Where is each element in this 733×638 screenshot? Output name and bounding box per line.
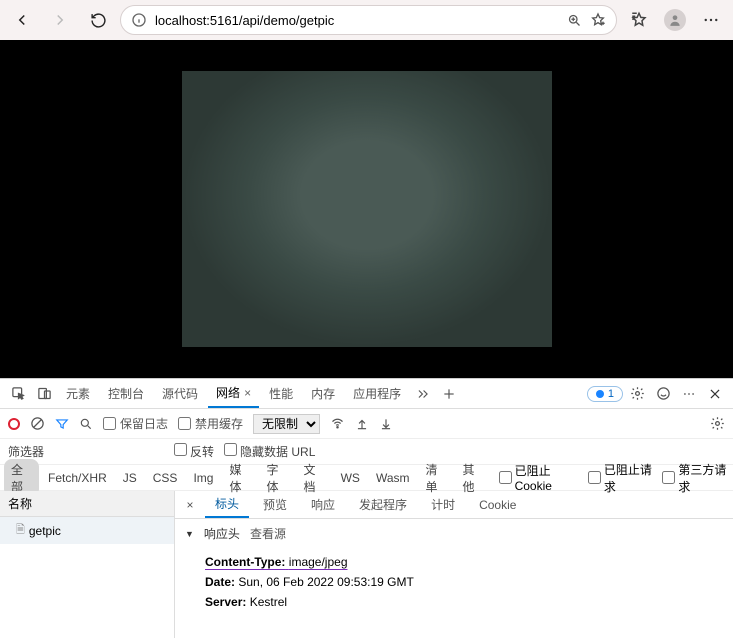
file-icon: 🗎 bbox=[16, 521, 25, 540]
refresh-button[interactable] bbox=[82, 4, 114, 36]
detail-tab-response[interactable]: 响应 bbox=[301, 492, 345, 518]
throttle-select[interactable]: 无限制 bbox=[253, 414, 320, 434]
more-tabs-icon[interactable] bbox=[411, 387, 435, 401]
network-split: 名称 🗎getpic × 标头 预览 响应 发起程序 计时 Cookie ▼ 响… bbox=[0, 491, 733, 638]
tab-memory[interactable]: 内存 bbox=[303, 380, 343, 408]
blocked-cookies-checkbox[interactable]: 已阻止 Cookie bbox=[499, 462, 580, 493]
detail-tab-initiator[interactable]: 发起程序 bbox=[349, 492, 417, 518]
tab-elements[interactable]: 元素 bbox=[58, 380, 98, 408]
tab-network[interactable]: 网络× bbox=[208, 380, 259, 408]
clear-icon[interactable] bbox=[30, 416, 45, 431]
type-fetchxhr[interactable]: Fetch/XHR bbox=[41, 469, 114, 487]
upload-icon[interactable] bbox=[355, 417, 369, 431]
response-headers-body: Content-Type: image/jpeg Date: Sun, 06 F… bbox=[175, 548, 733, 624]
filter-label: 筛选器 bbox=[8, 443, 44, 460]
zoom-icon[interactable] bbox=[567, 13, 582, 28]
settings-icon[interactable] bbox=[625, 386, 649, 401]
triangle-down-icon: ▼ bbox=[185, 529, 194, 539]
profile-avatar[interactable] bbox=[659, 4, 691, 36]
header-date: Date: Sun, 06 Feb 2022 09:53:19 GMT bbox=[205, 572, 713, 592]
wifi-icon[interactable] bbox=[330, 416, 345, 431]
type-wasm[interactable]: Wasm bbox=[369, 469, 417, 487]
request-row-getpic[interactable]: 🗎getpic bbox=[0, 517, 174, 544]
response-image bbox=[182, 71, 552, 347]
detail-tab-preview[interactable]: 预览 bbox=[253, 492, 297, 518]
type-img[interactable]: Img bbox=[186, 469, 220, 487]
tab-console[interactable]: 控制台 bbox=[100, 380, 152, 408]
devtools-panel: 元素 控制台 源代码 网络× 性能 内存 应用程序 1 保留日志 禁用缓存 无限… bbox=[0, 378, 733, 638]
close-devtools-icon[interactable] bbox=[703, 387, 727, 401]
back-button[interactable] bbox=[6, 4, 38, 36]
download-icon[interactable] bbox=[379, 417, 393, 431]
record-icon[interactable] bbox=[8, 418, 20, 430]
request-detail: × 标头 预览 响应 发起程序 计时 Cookie ▼ 响应头 查看源 Cont… bbox=[175, 491, 733, 638]
header-content-type: Content-Type: image/jpeg bbox=[205, 552, 713, 572]
detail-tab-cookies[interactable]: Cookie bbox=[469, 492, 526, 518]
header-server: Server: Kestrel bbox=[205, 592, 713, 612]
type-js[interactable]: JS bbox=[116, 469, 144, 487]
detail-tab-timing[interactable]: 计时 bbox=[421, 492, 465, 518]
feedback-icon[interactable] bbox=[651, 386, 675, 401]
type-filter-bar: 全部 Fetch/XHR JS CSS Img 媒体 字体 文档 WS Wasm… bbox=[0, 465, 733, 491]
close-icon[interactable]: × bbox=[244, 386, 251, 400]
detail-tabs: × 标头 预览 响应 发起程序 计时 Cookie bbox=[175, 491, 733, 519]
device-icon[interactable] bbox=[32, 386, 56, 401]
request-list: 名称 🗎getpic bbox=[0, 491, 175, 638]
search-icon[interactable] bbox=[79, 417, 93, 431]
preserve-log-checkbox[interactable]: 保留日志 bbox=[103, 415, 168, 432]
info-icon bbox=[131, 12, 147, 28]
tab-performance[interactable]: 性能 bbox=[261, 380, 301, 408]
tab-application[interactable]: 应用程序 bbox=[345, 380, 409, 408]
filter-icon[interactable] bbox=[55, 417, 69, 431]
page-viewport bbox=[0, 40, 733, 378]
hide-data-urls-checkbox[interactable]: 隐藏数据 URL bbox=[224, 443, 315, 460]
network-toolbar: 保留日志 禁用缓存 无限制 bbox=[0, 409, 733, 439]
close-detail-icon[interactable]: × bbox=[179, 498, 201, 512]
type-css[interactable]: CSS bbox=[146, 469, 185, 487]
type-ws[interactable]: WS bbox=[334, 469, 367, 487]
devtools-tabs: 元素 控制台 源代码 网络× 性能 内存 应用程序 1 bbox=[0, 379, 733, 409]
kebab-icon[interactable] bbox=[677, 387, 701, 401]
issues-pill[interactable]: 1 bbox=[587, 386, 623, 402]
add-tab-icon[interactable] bbox=[437, 387, 461, 401]
invert-checkbox[interactable]: 反转 bbox=[174, 443, 214, 460]
view-source-link[interactable]: 查看源 bbox=[250, 525, 286, 542]
tab-sources[interactable]: 源代码 bbox=[154, 380, 206, 408]
network-settings-icon[interactable] bbox=[710, 416, 725, 431]
detail-tab-headers[interactable]: 标头 bbox=[205, 492, 249, 518]
request-list-header: 名称 bbox=[0, 491, 174, 517]
blocked-requests-checkbox[interactable]: 已阻止请求 bbox=[588, 461, 655, 495]
response-headers-section[interactable]: ▼ 响应头 查看源 bbox=[175, 519, 733, 548]
url-input[interactable] bbox=[155, 13, 559, 28]
disable-cache-checkbox[interactable]: 禁用缓存 bbox=[178, 415, 243, 432]
browser-toolbar bbox=[0, 0, 733, 40]
third-party-checkbox[interactable]: 第三方请求 bbox=[662, 461, 729, 495]
inspect-icon[interactable] bbox=[6, 386, 30, 401]
address-bar[interactable] bbox=[120, 5, 617, 35]
forward-button[interactable] bbox=[44, 4, 76, 36]
favorites-icon[interactable] bbox=[623, 4, 655, 36]
more-icon[interactable] bbox=[695, 4, 727, 36]
favorite-star-icon[interactable] bbox=[590, 12, 606, 28]
